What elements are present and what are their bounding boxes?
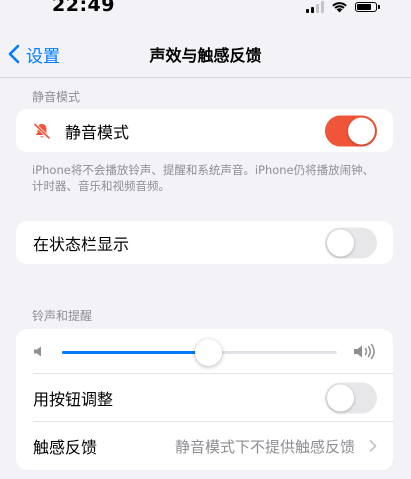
status-time: 22:49 — [52, 0, 115, 16]
wifi-icon — [332, 2, 347, 13]
haptics-row[interactable]: 触感反馈 静音模式下不提供触感反馈 — [16, 422, 393, 470]
adjust-with-buttons-label: 用按钮调整 — [33, 390, 114, 409]
haptics-value: 静音模式下不提供触感反馈 — [174, 437, 355, 456]
adjust-with-buttons-toggle[interactable] — [325, 382, 377, 414]
volume-slider-track[interactable] — [62, 339, 337, 366]
page-title: 声效与触感反馈 — [149, 46, 262, 65]
section-header-silent: 静音模式 — [32, 90, 81, 104]
haptics-label: 触感反馈 — [33, 438, 98, 457]
battery-level-fill — [357, 4, 371, 10]
nav-divider — [0, 77, 411, 78]
section-header-ringtone: 铃声和提醒 — [32, 309, 93, 323]
toggle-knob — [348, 117, 375, 144]
status-bar-card: 在状态栏显示 — [16, 221, 393, 264]
status-bar: 22:49 — [0, 0, 411, 22]
silent-mode-label: 静音模式 — [65, 122, 130, 142]
speaker-wave-icon — [354, 343, 375, 360]
speaker-icon — [34, 346, 41, 357]
battery-icon — [355, 2, 380, 12]
toggle-knob — [327, 229, 354, 256]
show-in-status-bar-row: 在状态栏显示 — [16, 221, 393, 264]
toggle-knob — [327, 384, 354, 412]
ringtone-card: 用按钮调整 触感反馈 静音模式下不提供触感反馈 — [16, 329, 393, 470]
navigation-bar: 设置 声效与触感反馈 — [0, 34, 411, 74]
bell-slash-icon — [33, 122, 51, 139]
show-in-status-bar-toggle[interactable] — [325, 227, 377, 258]
silent-mode-footnote: iPhone将不会播放铃声、提醒和系统声音。iPhone仍将播放闹钟、计时器、音… — [32, 163, 375, 193]
show-in-status-bar-label: 在状态栏显示 — [33, 234, 130, 254]
chevron-right-icon — [369, 440, 377, 452]
silent-mode-card: 静音模式 — [16, 109, 393, 152]
volume-slider-row — [16, 329, 393, 374]
cellular-signal-icon — [306, 1, 324, 13]
silent-mode-row: 静音模式 — [16, 109, 393, 152]
status-icons — [306, 0, 380, 14]
adjust-with-buttons-row: 用按钮调整 — [16, 374, 393, 422]
silent-mode-toggle[interactable] — [325, 115, 377, 146]
volume-slider-fill — [62, 351, 208, 354]
volume-slider-thumb[interactable] — [194, 339, 222, 366]
